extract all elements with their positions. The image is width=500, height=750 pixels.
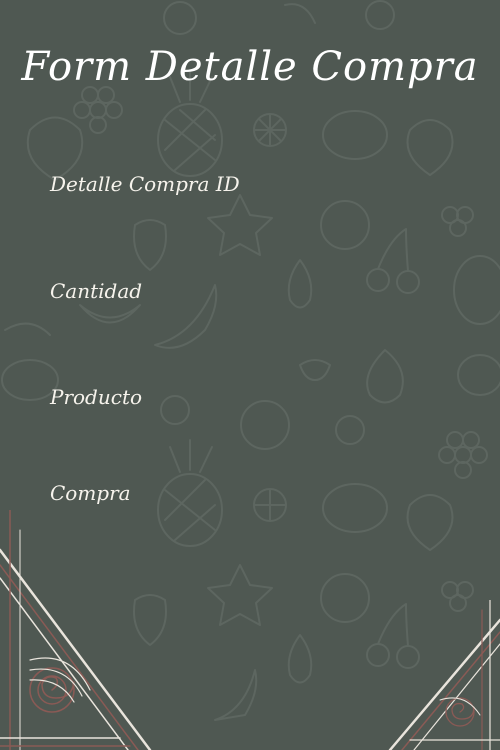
compra-label: Compra bbox=[50, 481, 131, 505]
detalle-compra-id-label: Detalle Compra ID bbox=[50, 172, 240, 196]
form-title: Form Detalle Compra bbox=[21, 44, 479, 90]
compra-field[interactable]: Compra bbox=[50, 481, 450, 539]
producto-input[interactable] bbox=[50, 417, 450, 443]
detalle-compra-form: Form Detalle Compra Detalle Compra ID Ca… bbox=[0, 0, 500, 750]
cantidad-input[interactable] bbox=[50, 311, 450, 337]
compra-input[interactable] bbox=[50, 513, 450, 539]
producto-field[interactable]: Producto bbox=[50, 385, 450, 443]
detalle-compra-id-input[interactable] bbox=[50, 204, 450, 230]
detalle-compra-id-field[interactable]: Detalle Compra ID bbox=[50, 172, 450, 230]
cantidad-label: Cantidad bbox=[50, 279, 143, 303]
producto-label: Producto bbox=[50, 385, 143, 409]
cantidad-field[interactable]: Cantidad bbox=[50, 279, 450, 337]
